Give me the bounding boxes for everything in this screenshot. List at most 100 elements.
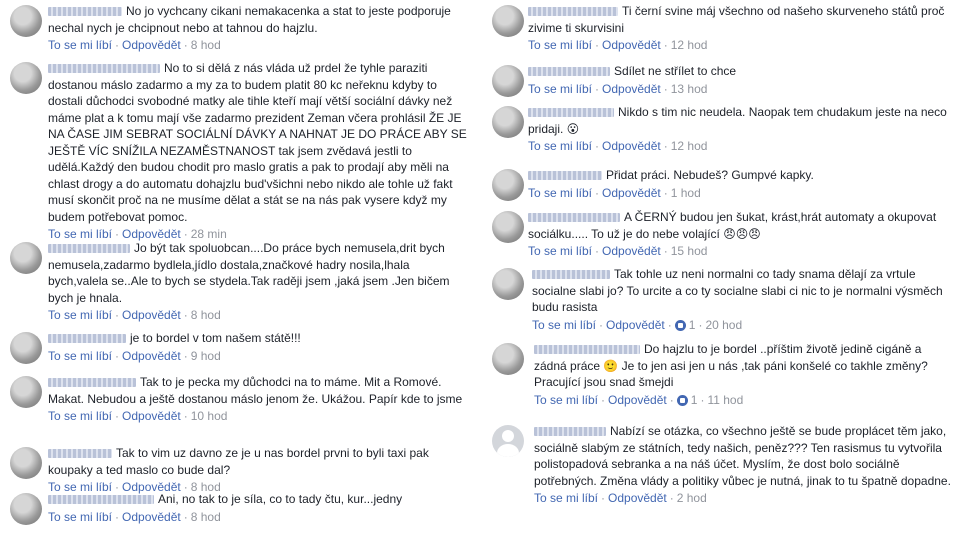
reply-link[interactable]: Odpovědět bbox=[608, 393, 667, 407]
avatar[interactable] bbox=[10, 493, 42, 525]
separator-dot: · bbox=[601, 392, 606, 407]
avatar[interactable] bbox=[10, 5, 42, 37]
author-name-link[interactable]: Dagmar Chaloupková bbox=[534, 345, 640, 355]
reply-link[interactable]: Odpovědět bbox=[122, 510, 181, 524]
author-name-link[interactable]: Radek Polák bbox=[528, 171, 602, 181]
reply-link[interactable]: Odpovědět bbox=[602, 82, 661, 96]
author-name-link[interactable]: Zdeněk Drašner bbox=[528, 213, 620, 223]
comment-actions: To se mi líbí · Odpovědět · 8 hod bbox=[48, 509, 468, 526]
reply-link[interactable]: Odpovědět bbox=[602, 38, 661, 52]
comment-timestamp[interactable]: 9 hod bbox=[191, 349, 221, 363]
author-name-link[interactable]: Zuzana Procházková bbox=[48, 495, 154, 505]
author-name-link[interactable]: Marie Skrabalová bbox=[48, 378, 136, 388]
reply-link[interactable]: Odpovědět bbox=[602, 139, 661, 153]
separator-dot: · bbox=[115, 227, 120, 241]
separator-dot: · bbox=[663, 185, 668, 200]
like-link[interactable]: To se mi líbí bbox=[48, 308, 112, 322]
separator-dot: · bbox=[595, 38, 600, 52]
separator-dot: · bbox=[595, 139, 600, 153]
like-link[interactable]: To se mi líbí bbox=[528, 186, 592, 200]
author-name-link[interactable]: Vladimír Šťastný bbox=[528, 7, 618, 17]
comment-text: Ani, no tak to je síla, co to tady čtu, … bbox=[158, 492, 403, 506]
author-name-link[interactable]: Renata Lukáš bbox=[48, 449, 112, 459]
comment-timestamp[interactable]: 28 min bbox=[191, 227, 227, 241]
separator-dot: · bbox=[115, 308, 120, 322]
like-link[interactable]: To se mi líbí bbox=[534, 491, 598, 505]
comment-timestamp[interactable]: 11 hod bbox=[707, 393, 743, 407]
separator-dot: · bbox=[595, 244, 600, 258]
like-link[interactable]: To se mi líbí bbox=[528, 82, 592, 96]
comment-timestamp[interactable]: 2 hod bbox=[677, 491, 707, 505]
author-name-link[interactable]: Adam Brown bbox=[534, 427, 606, 437]
like-link[interactable]: To se mi líbí bbox=[528, 38, 592, 52]
avatar[interactable] bbox=[492, 211, 524, 243]
avatar[interactable] bbox=[10, 242, 42, 274]
comment-content: Lenka Suchanová je to bordel v tom našem … bbox=[48, 330, 468, 347]
like-link[interactable]: To se mi líbí bbox=[48, 38, 112, 52]
reply-link[interactable]: Odpovědět bbox=[122, 349, 181, 363]
like-link[interactable]: To se mi líbí bbox=[528, 244, 592, 258]
like-link[interactable]: To se mi líbí bbox=[528, 139, 592, 153]
reply-link[interactable]: Odpovědět bbox=[122, 308, 181, 322]
comment-timestamp[interactable]: 8 hod bbox=[191, 308, 221, 322]
reply-link[interactable]: Odpovědět bbox=[122, 227, 181, 241]
reply-link[interactable]: Odpovědět bbox=[122, 409, 181, 423]
author-name-link[interactable]: Marie Nováková bbox=[48, 244, 130, 254]
reply-link[interactable]: Odpovědět bbox=[122, 38, 181, 52]
comment-content: Vlasta Vydrová BouzkováNo to si dělá z n… bbox=[48, 60, 468, 225]
comment-timestamp[interactable]: 1 hod bbox=[671, 186, 701, 200]
like-link[interactable]: To se mi líbí bbox=[48, 349, 112, 363]
comment-timestamp[interactable]: 12 hod bbox=[671, 38, 708, 52]
comment-timestamp[interactable]: 15 hod bbox=[671, 244, 708, 258]
author-name-link[interactable]: Václav Bouček bbox=[528, 67, 610, 77]
avatar[interactable] bbox=[492, 268, 524, 300]
comment-content: Adam BrownNabízí se otázka, co všechno j… bbox=[534, 423, 954, 489]
comment-timestamp[interactable]: 20 hod bbox=[705, 318, 742, 332]
separator-dot: · bbox=[667, 317, 672, 332]
comment-actions: To se mi líbí · Odpovědět · 8 hod bbox=[48, 307, 468, 324]
author-name-link[interactable]: Josef Sedlák bbox=[532, 270, 610, 280]
comment-timestamp[interactable]: 8 hod bbox=[191, 510, 221, 524]
separator-dot: · bbox=[663, 38, 668, 52]
separator-dot: · bbox=[183, 227, 188, 241]
author-name-link[interactable]: Lenka Suchanová bbox=[48, 334, 126, 344]
avatar[interactable] bbox=[10, 376, 42, 408]
separator-dot: · bbox=[698, 317, 703, 332]
avatar[interactable] bbox=[10, 62, 42, 94]
like-reaction-icon[interactable] bbox=[674, 319, 686, 331]
avatar[interactable] bbox=[492, 5, 524, 37]
author-name-link[interactable]: Vlasta Vydrová Bouzková bbox=[48, 64, 160, 74]
like-link[interactable]: To se mi líbí bbox=[48, 409, 112, 423]
like-link[interactable]: To se mi líbí bbox=[48, 510, 112, 524]
comment-timestamp[interactable]: 12 hod bbox=[671, 139, 708, 153]
avatar[interactable] bbox=[492, 169, 524, 201]
author-name-link[interactable]: Jana Šťastná bbox=[528, 108, 614, 118]
comment-timestamp[interactable]: 10 hod bbox=[191, 409, 228, 423]
like-link[interactable]: To se mi líbí bbox=[48, 227, 112, 241]
author-name-link[interactable]: Pavel Vrabec bbox=[48, 7, 122, 17]
comment-content: Zdeněk DrašnerA ČERNÝ budou jen šukat, k… bbox=[528, 209, 958, 242]
reply-link[interactable]: Odpovědět bbox=[602, 244, 661, 258]
reaction-count[interactable]: 1 bbox=[689, 318, 696, 332]
avatar[interactable] bbox=[10, 447, 42, 479]
like-reaction-icon[interactable] bbox=[676, 394, 688, 406]
avatar[interactable] bbox=[492, 425, 524, 457]
like-link[interactable]: To se mi líbí bbox=[532, 318, 596, 332]
avatar[interactable] bbox=[492, 343, 524, 375]
separator-dot: · bbox=[700, 392, 705, 407]
separator-dot: · bbox=[601, 491, 606, 505]
avatar[interactable] bbox=[492, 65, 524, 97]
comment-timestamp[interactable]: 13 hod bbox=[671, 82, 708, 96]
comment-actions: To se mi líbí · Odpovědět · 15 hod bbox=[528, 243, 958, 260]
separator-dot: · bbox=[595, 185, 600, 200]
comment-text: No to si dělá z nás vláda už prdel že ty… bbox=[48, 61, 467, 224]
reply-link[interactable]: Odpovědět bbox=[602, 186, 661, 200]
avatar[interactable] bbox=[10, 332, 42, 364]
like-link[interactable]: To se mi líbí bbox=[534, 393, 598, 407]
reply-link[interactable]: Odpovědět bbox=[608, 491, 667, 505]
reaction-count[interactable]: 1 bbox=[691, 393, 698, 407]
avatar[interactable] bbox=[492, 106, 524, 138]
reply-link[interactable]: Odpovědět bbox=[606, 318, 665, 332]
comment-timestamp[interactable]: 8 hod bbox=[191, 38, 221, 52]
comment-content: Zuzana Procházková Ani, no tak to je síla… bbox=[48, 491, 468, 508]
